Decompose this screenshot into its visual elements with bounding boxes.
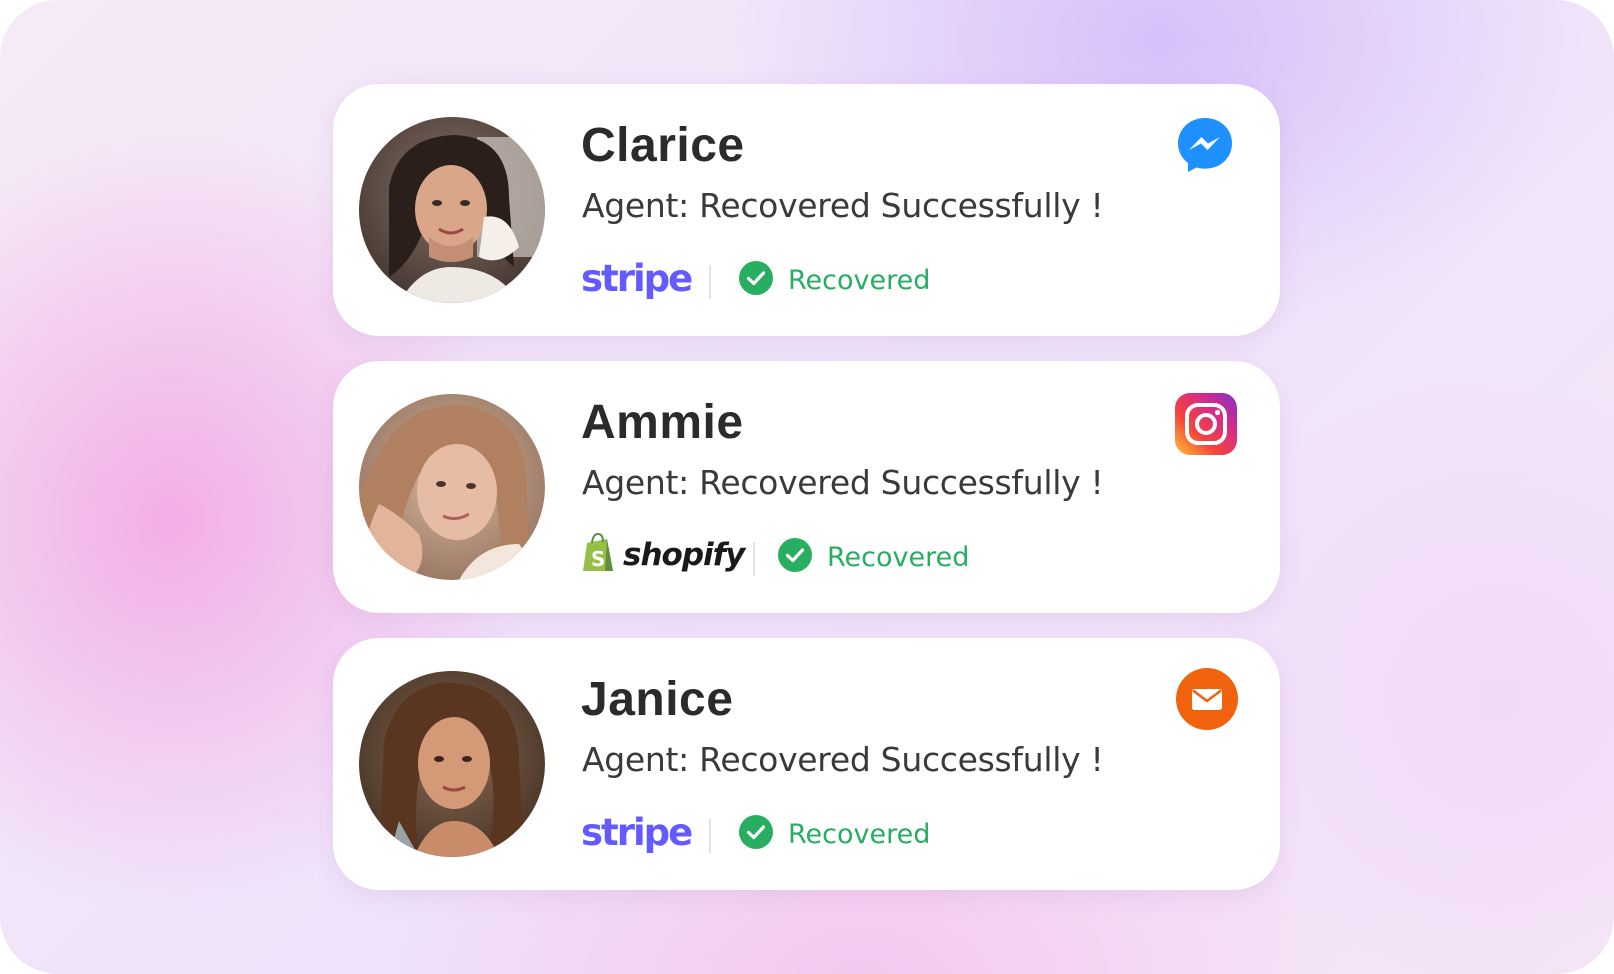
status-badge: Recovered xyxy=(778,537,969,577)
status-text: Recovered xyxy=(827,541,970,573)
customer-name: Ammie xyxy=(581,396,744,449)
status-text: Recovered xyxy=(788,264,931,296)
agent-message: Agent: Recovered Successfully ! xyxy=(582,740,1104,779)
messenger-icon xyxy=(1176,116,1234,179)
instagram-icon xyxy=(1175,393,1237,460)
stripe-logo: stripe xyxy=(581,254,693,302)
agent-message: Agent: Recovered Successfully ! xyxy=(582,463,1104,502)
status-badge: Recovered xyxy=(739,260,930,300)
shopify-bag-icon: S xyxy=(581,532,617,578)
divider xyxy=(753,542,755,576)
avatar xyxy=(359,394,545,580)
customer-name: Janice xyxy=(581,673,734,726)
background-canvas: Clarice Agent: Recovered Successfully ! … xyxy=(0,0,1614,974)
check-circle-icon xyxy=(739,260,773,300)
customer-name: Clarice xyxy=(581,119,745,172)
divider xyxy=(709,265,711,299)
platform-label: stripe xyxy=(581,810,693,854)
platform-label: stripe xyxy=(581,256,693,300)
status-badge: Recovered xyxy=(739,814,930,854)
status-text: Recovered xyxy=(788,818,931,850)
recovery-card[interactable]: Clarice Agent: Recovered Successfully ! … xyxy=(333,84,1280,336)
shopify-logo: S shopify xyxy=(581,531,745,579)
platform-label: shopify xyxy=(623,537,745,573)
divider xyxy=(709,819,711,853)
email-icon xyxy=(1176,668,1238,735)
stripe-logo: stripe xyxy=(581,808,693,856)
svg-text:S: S xyxy=(591,547,605,571)
avatar xyxy=(359,671,545,857)
avatar xyxy=(359,117,545,303)
check-circle-icon xyxy=(739,814,773,854)
agent-message: Agent: Recovered Successfully ! xyxy=(582,186,1104,225)
recovery-card[interactable]: Janice Agent: Recovered Successfully ! s… xyxy=(333,638,1280,890)
check-circle-icon xyxy=(778,537,812,577)
recovery-card[interactable]: Ammie Agent: Recovered Successfully ! S … xyxy=(333,361,1280,613)
